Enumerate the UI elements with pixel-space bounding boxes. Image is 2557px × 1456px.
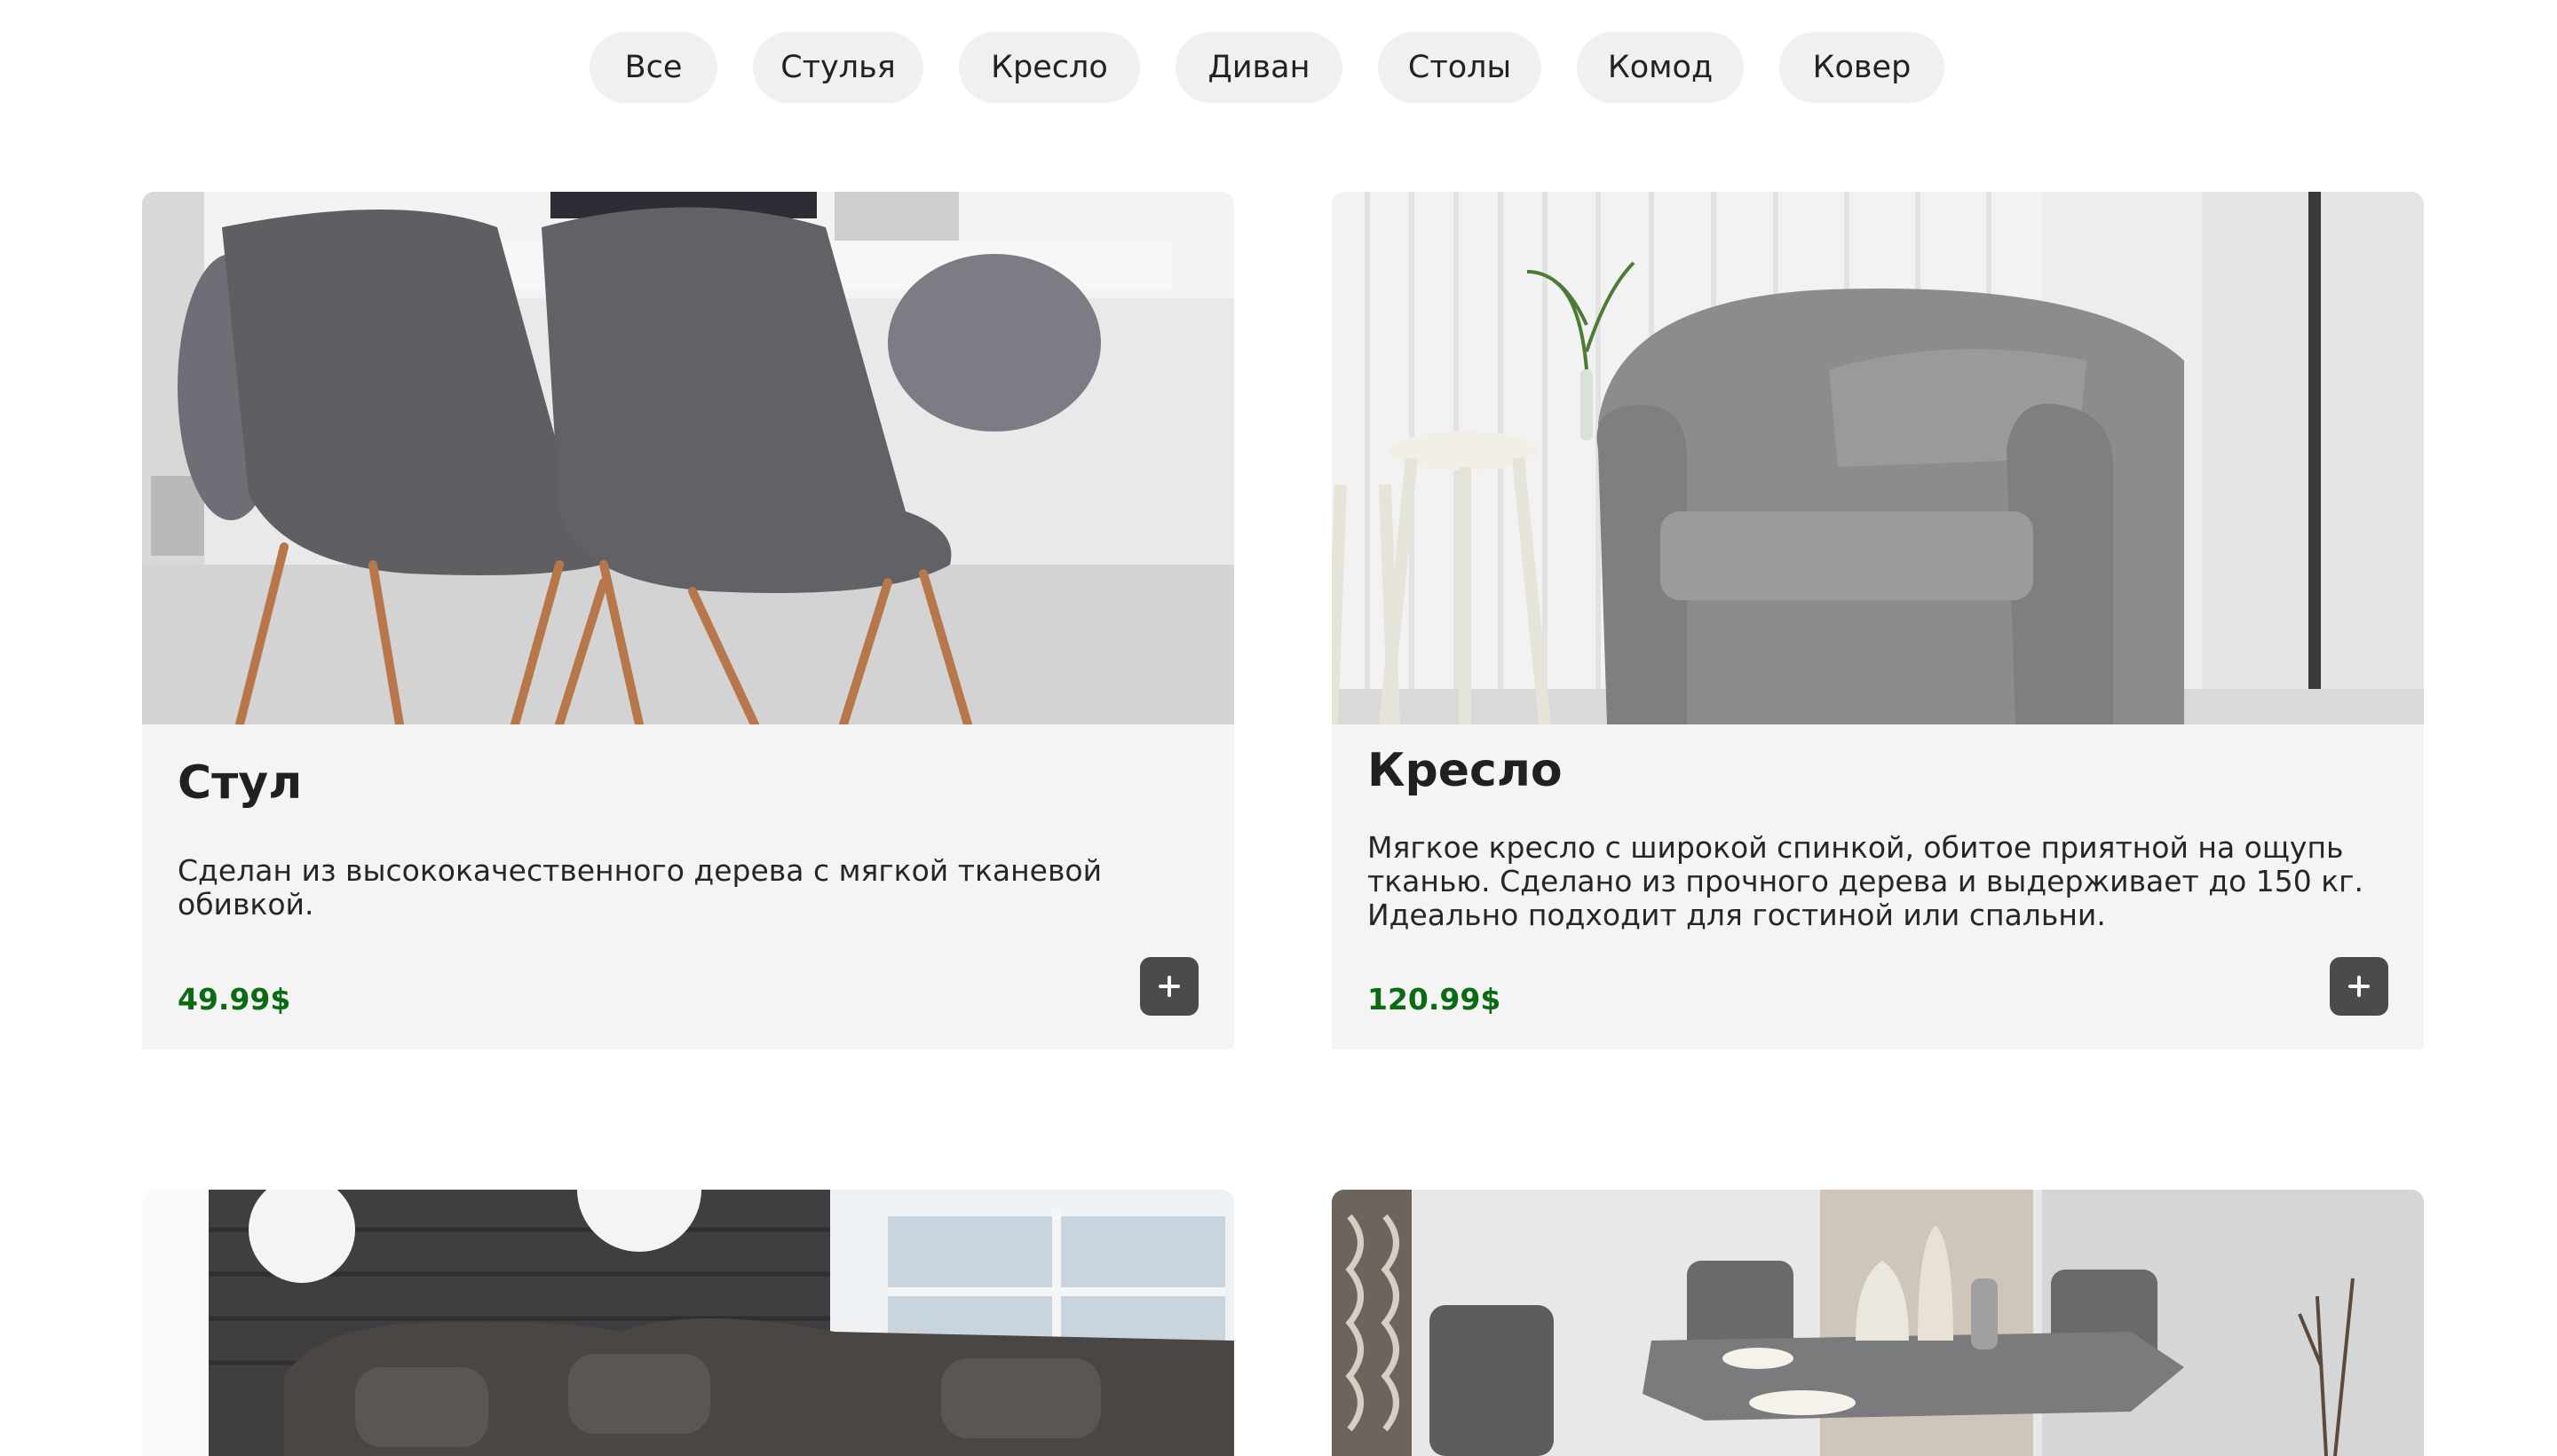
product-description: Сделан из высококачественного дерева с м…: [178, 853, 1103, 922]
product-card-sofa: [142, 1190, 1234, 1456]
filter-chip-carpet[interactable]: Ковер: [1779, 32, 1944, 103]
product-card-table: [1332, 1190, 2424, 1456]
product-name: Кресло: [1367, 744, 1563, 797]
table-image: [1332, 1190, 2424, 1456]
filter-chip-armchair[interactable]: Кресло: [959, 32, 1140, 103]
category-filter-bar: Все Стулья Кресло Диван Столы Комод Кове…: [0, 32, 2534, 103]
product-description: Мягкое кресло с широкой спинкой, обитое …: [1367, 830, 2363, 932]
plus-icon: [2348, 976, 2370, 997]
filter-chip-tables[interactable]: Столы: [1378, 32, 1541, 103]
filter-chip-chairs[interactable]: Стулья: [753, 32, 923, 103]
product-price: 49.99$: [178, 982, 291, 1017]
product-card-chair: Стул Сделан из высококачественного дерев…: [142, 192, 1234, 1049]
product-name: Стул: [178, 756, 303, 810]
filter-chip-sofa[interactable]: Диван: [1176, 32, 1342, 103]
filter-chip-dresser[interactable]: Комод: [1577, 32, 1744, 103]
filter-chip-all[interactable]: Все: [590, 32, 717, 103]
armchair-image: [1332, 192, 2424, 724]
plus-icon: [1159, 976, 1180, 997]
add-to-cart-button[interactable]: [2330, 957, 2388, 1016]
add-to-cart-button[interactable]: [1140, 957, 1199, 1016]
product-price: 120.99$: [1367, 982, 1501, 1017]
product-card-armchair: Кресло Мягкое кресло с широкой спинкой, …: [1332, 192, 2424, 1049]
chair-image: [142, 192, 1234, 724]
sofa-image: [142, 1190, 1234, 1456]
